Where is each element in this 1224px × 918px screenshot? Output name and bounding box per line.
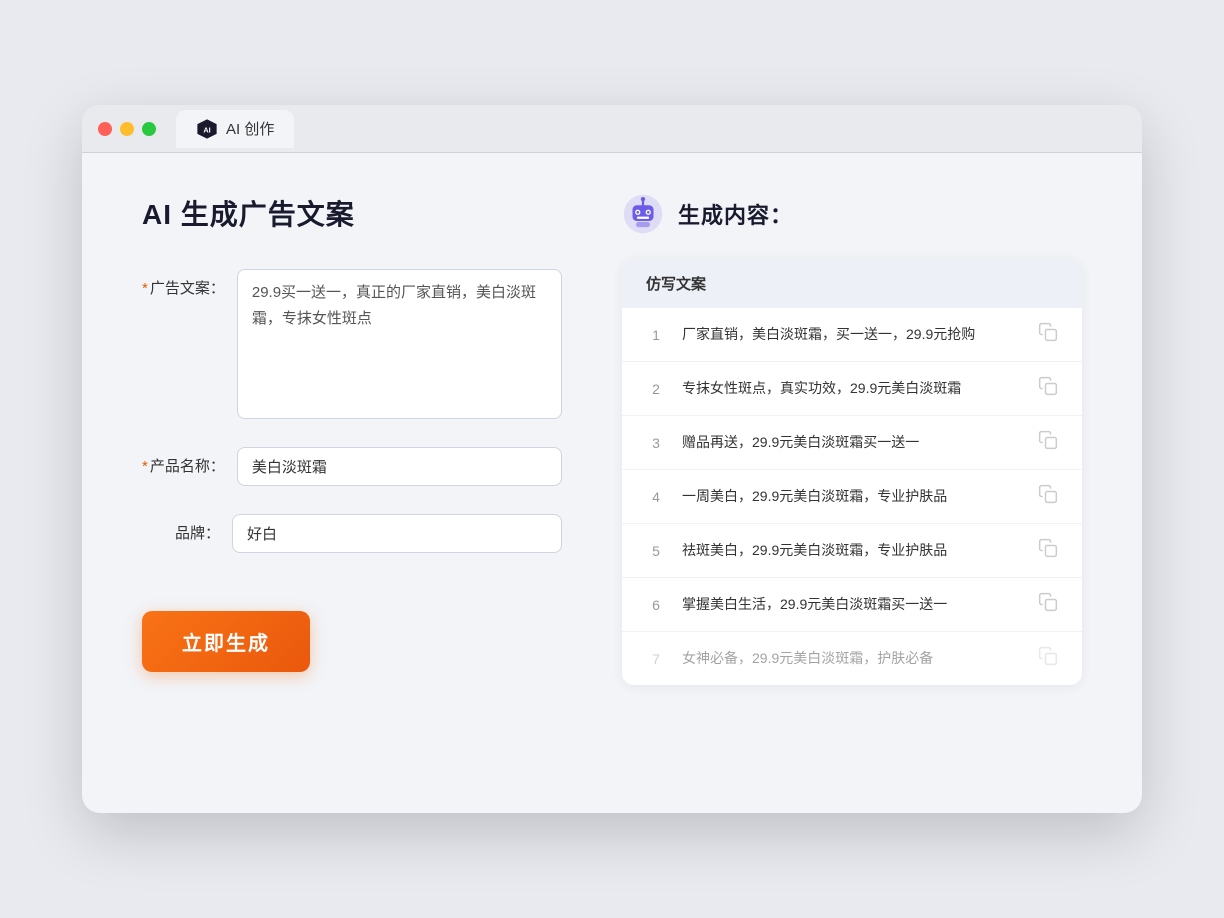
copy-button-2[interactable] [1038, 376, 1058, 401]
result-item-1: 1 厂家直销，美白淡斑霜，买一送一，29.9元抢购 [622, 308, 1082, 362]
ad-copy-input[interactable] [237, 269, 562, 419]
browser-window: AI AI 创作 AI 生成广告文案 *广告文案： *产品名称： [82, 105, 1142, 813]
generate-button[interactable]: 立即生成 [142, 611, 310, 672]
copy-button-6[interactable] [1038, 592, 1058, 617]
product-name-input[interactable] [237, 447, 562, 486]
ad-copy-row: *广告文案： [142, 269, 562, 419]
result-num-3: 3 [646, 435, 666, 451]
titlebar: AI AI 创作 [82, 105, 1142, 153]
result-text-4: 一周美白，29.9元美白淡斑霜，专业护肤品 [682, 486, 1022, 507]
ai-tab-icon: AI [196, 118, 218, 140]
copy-button-4[interactable] [1038, 484, 1058, 509]
result-text-1: 厂家直销，美白淡斑霜，买一送一，29.9元抢购 [682, 324, 1022, 345]
ai-tab[interactable]: AI AI 创作 [176, 110, 294, 148]
brand-label: 品牌： [142, 514, 232, 543]
result-text-7: 女神必备，29.9元美白淡斑霜，护肤必备 [682, 648, 1022, 669]
result-num-6: 6 [646, 597, 666, 613]
page-title: AI 生成广告文案 [142, 193, 562, 233]
minimize-button[interactable] [120, 122, 134, 136]
svg-text:AI: AI [203, 125, 210, 134]
result-text-5: 祛斑美白，29.9元美白淡斑霜，专业护肤品 [682, 540, 1022, 561]
result-text-6: 掌握美白生活，29.9元美白淡斑霜买一送一 [682, 594, 1022, 615]
brand-input[interactable] [232, 514, 562, 553]
result-num-1: 1 [646, 327, 666, 343]
main-content: AI 生成广告文案 *广告文案： *产品名称： 品牌： 立 [82, 153, 1142, 813]
results-container: 仿写文案 1 厂家直销，美白淡斑霜，买一送一，29.9元抢购 2 专抹女性斑点，真实功… [622, 259, 1082, 685]
right-panel: 生成内容： 仿写文案 1 厂家直销，美白淡斑霜，买一送一，29.9元抢购 2 专抹女性… [622, 193, 1082, 763]
product-name-row: *产品名称： [142, 447, 562, 486]
tab-label: AI 创作 [226, 118, 274, 139]
results-header-area: 生成内容： [622, 193, 1082, 235]
results-table-header: 仿写文案 [622, 259, 1082, 308]
close-button[interactable] [98, 122, 112, 136]
result-num-7: 7 [646, 651, 666, 667]
copy-button-7[interactable] [1038, 646, 1058, 671]
result-item-5: 5 祛斑美白，29.9元美白淡斑霜，专业护肤品 [622, 524, 1082, 578]
left-panel: AI 生成广告文案 *广告文案： *产品名称： 品牌： 立 [142, 193, 562, 763]
brand-row: 品牌： [142, 514, 562, 553]
results-list: 1 厂家直销，美白淡斑霜，买一送一，29.9元抢购 2 专抹女性斑点，真实功效，29.… [622, 308, 1082, 685]
copy-button-5[interactable] [1038, 538, 1058, 563]
product-name-label: *产品名称： [142, 447, 237, 476]
maximize-button[interactable] [142, 122, 156, 136]
result-item-7: 7 女神必备，29.9元美白淡斑霜，护肤必备 [622, 632, 1082, 685]
result-num-2: 2 [646, 381, 666, 397]
result-item-3: 3 赠品再送，29.9元美白淡斑霜买一送一 [622, 416, 1082, 470]
result-num-5: 5 [646, 543, 666, 559]
results-title: 生成内容： [678, 198, 793, 230]
result-text-2: 专抹女性斑点，真实功效，29.9元美白淡斑霜 [682, 378, 1022, 399]
result-item-2: 2 专抹女性斑点，真实功效，29.9元美白淡斑霜 [622, 362, 1082, 416]
result-item-6: 6 掌握美白生活，29.9元美白淡斑霜买一送一 [622, 578, 1082, 632]
product-name-required: * [142, 458, 148, 475]
result-num-4: 4 [646, 489, 666, 505]
ad-copy-label: *广告文案： [142, 269, 237, 298]
result-text-3: 赠品再送，29.9元美白淡斑霜买一送一 [682, 432, 1022, 453]
copy-button-3[interactable] [1038, 430, 1058, 455]
robot-icon [622, 193, 664, 235]
ad-copy-required: * [142, 280, 148, 297]
result-item-4: 4 一周美白，29.9元美白淡斑霜，专业护肤品 [622, 470, 1082, 524]
traffic-lights [98, 122, 156, 136]
copy-button-1[interactable] [1038, 322, 1058, 347]
